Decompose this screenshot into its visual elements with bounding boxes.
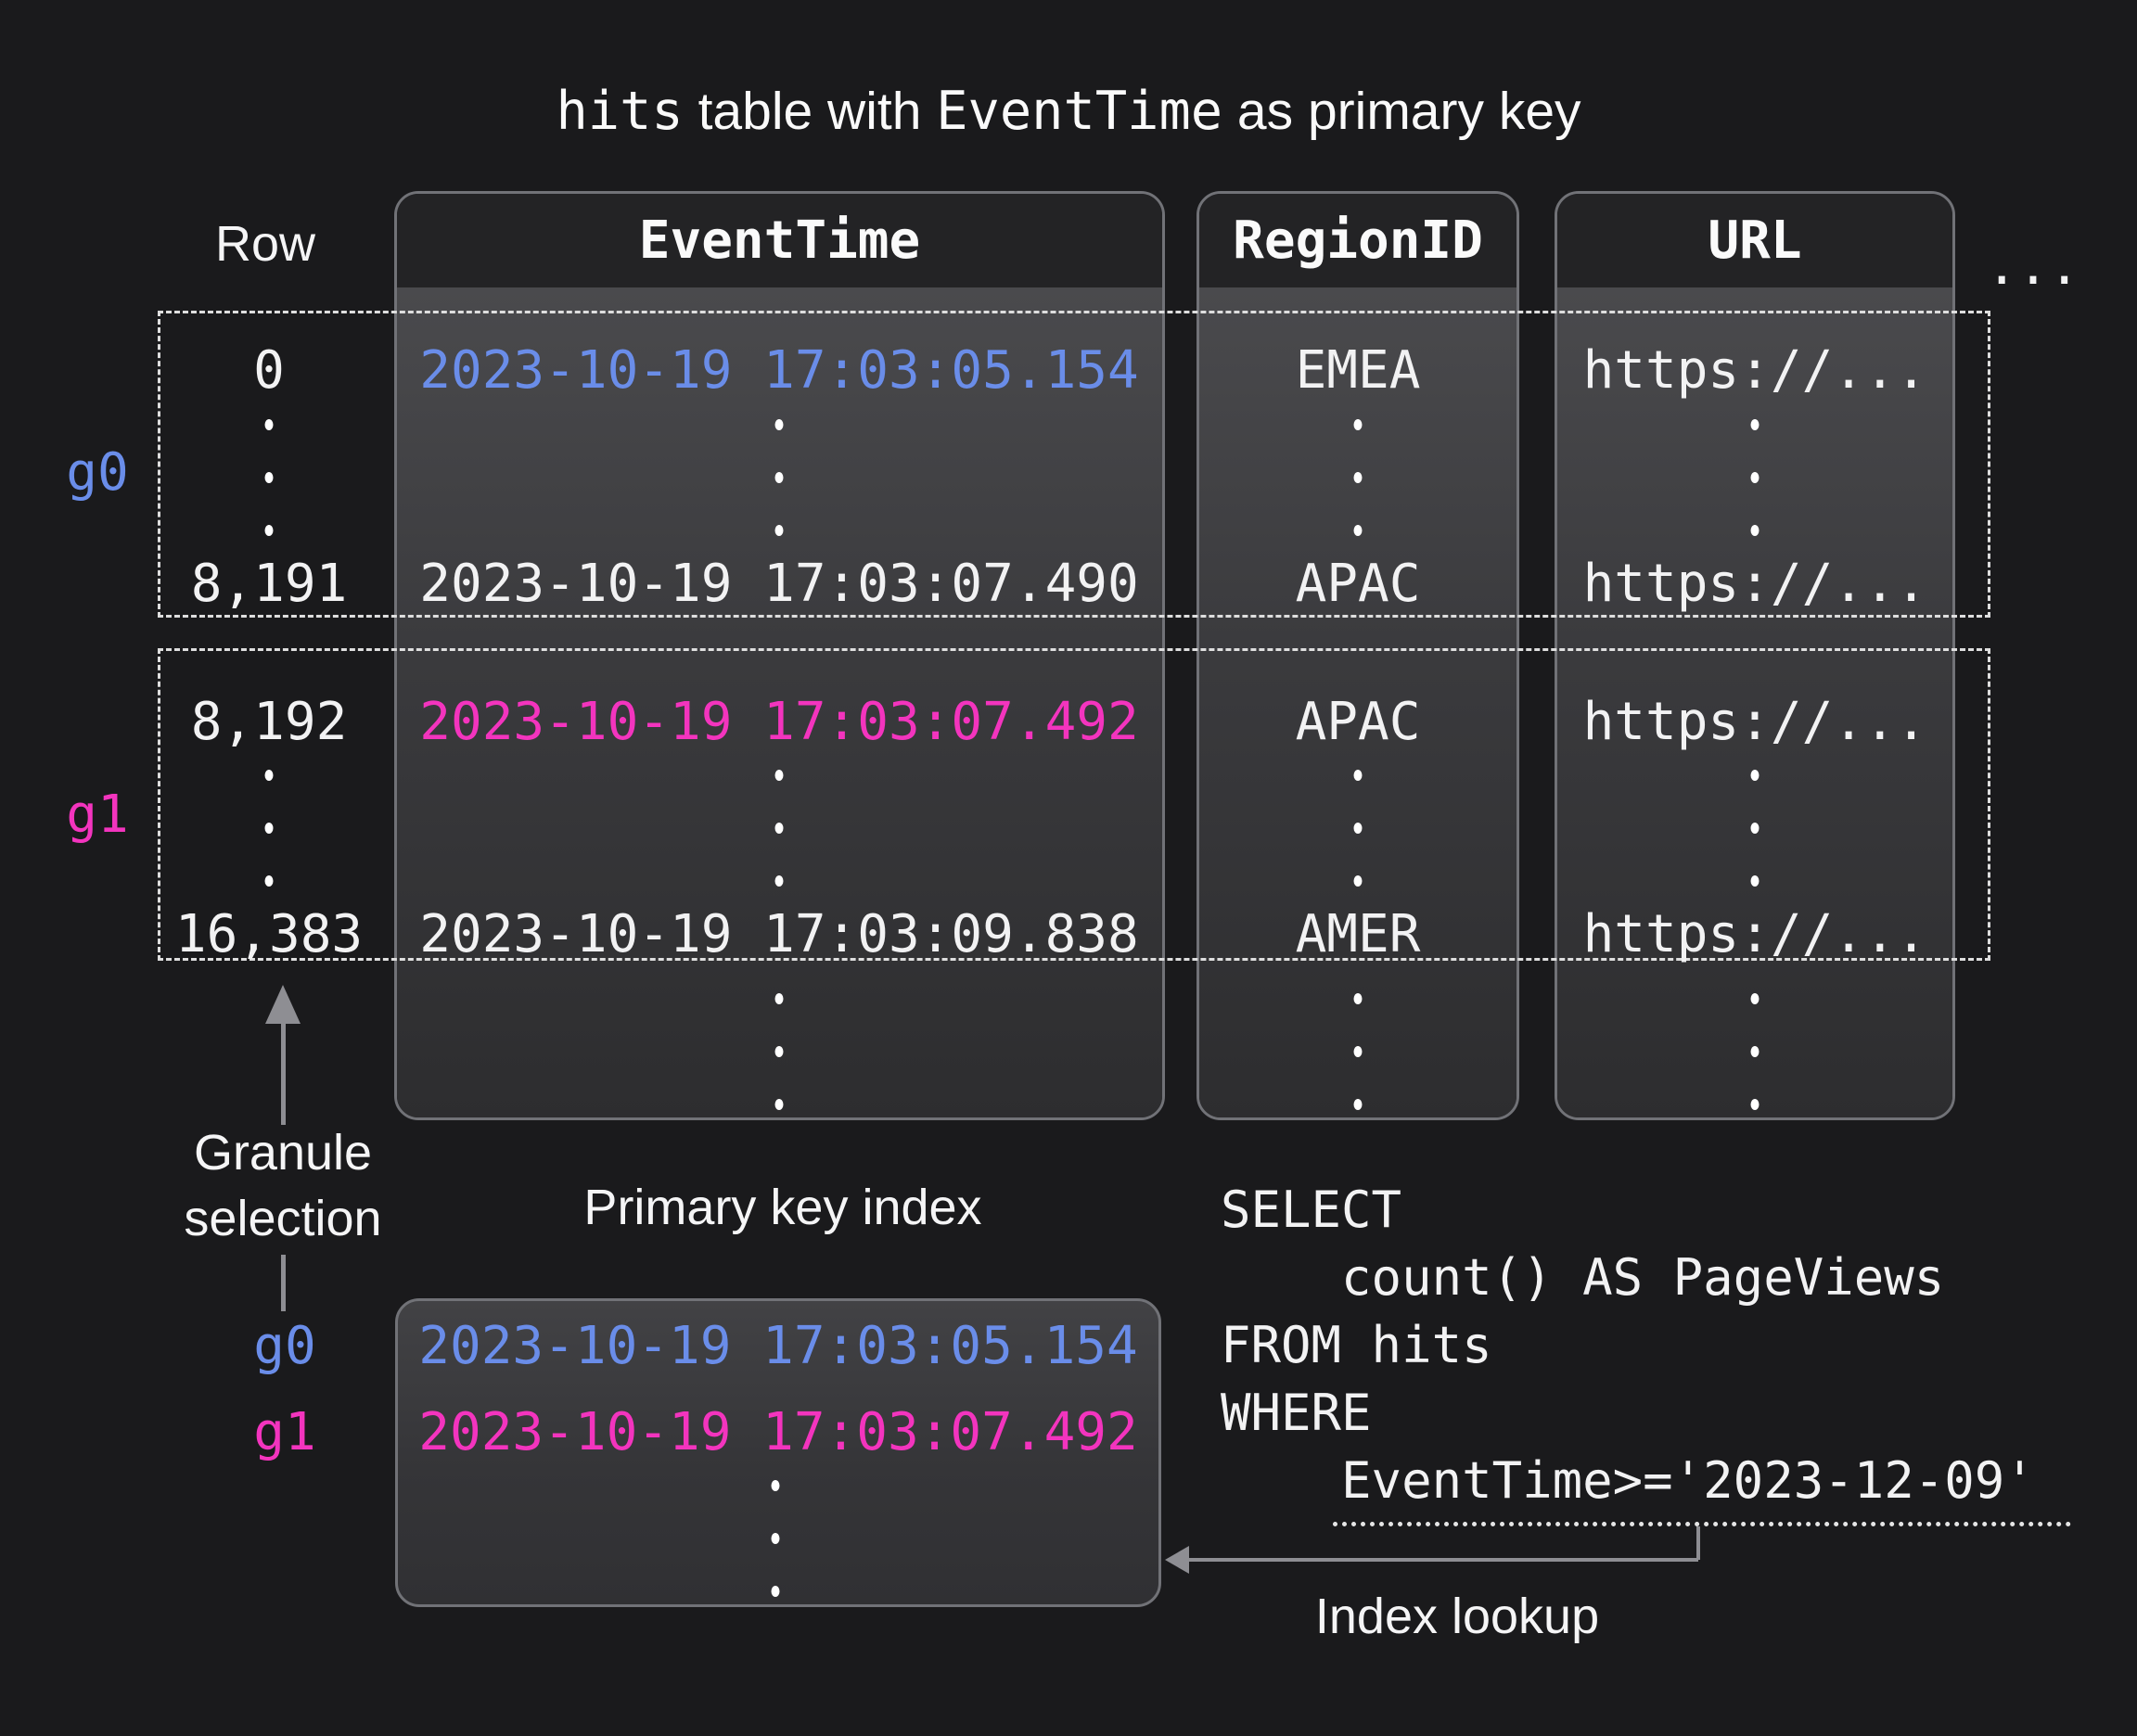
index-lookup-arrow-line (1187, 1558, 1698, 1562)
ellipsis-dots (775, 770, 784, 887)
cell-url: https://... (1583, 909, 1927, 961)
granule-selection-arrow-line (281, 1020, 286, 1125)
more-columns-ellipsis: ... (1986, 241, 2079, 293)
primary-key-index-title: Primary key index (583, 1182, 981, 1232)
diagram-canvas: hits table with EventTime as primary key… (0, 0, 2137, 1736)
granule-selection-arrow-tail (281, 1255, 286, 1311)
cell-url: https://... (1583, 345, 1927, 397)
granule-selection-label-line1: Granule (194, 1128, 372, 1178)
ellipsis-dots (1354, 770, 1363, 887)
where-clause-underline (1333, 1522, 2071, 1526)
title-hits: hits (556, 81, 683, 142)
ellipsis-dots (265, 419, 274, 536)
ellipsis-dots (1751, 770, 1760, 887)
ellipsis-dots (1751, 993, 1760, 1110)
granule-label-g0: g0 (66, 447, 128, 499)
title-eventtime: EventTime (936, 81, 1222, 142)
cell-row-number: 8,191 (191, 558, 348, 610)
ellipsis-dots (1354, 993, 1363, 1110)
column-header-url: URL (1557, 194, 1952, 287)
column-header-regionid: RegionID (1199, 194, 1516, 287)
ellipsis-dots (772, 1480, 780, 1597)
cell-region: EMEA (1296, 345, 1421, 397)
cell-event-time: 2023-10-19 17:03:07.492 (419, 696, 1138, 748)
ellipsis-dots (1354, 419, 1363, 536)
cell-row-number: 8,192 (191, 696, 348, 748)
ellipsis-dots (265, 770, 274, 887)
index-lookup-label: Index lookup (1315, 1591, 1599, 1641)
row-column-header: Row (215, 219, 315, 269)
cell-event-time: 2023-10-19 17:03:09.838 (419, 909, 1138, 961)
index-lookup-connector (1696, 1526, 1700, 1560)
pk-entry-value-g0: 2023-10-19 17:03:05.154 (418, 1321, 1137, 1372)
cell-row-number: 16,383 (175, 909, 363, 961)
index-lookup-arrowhead (1165, 1546, 1189, 1574)
sql-query: SELECT count() AS PageViews FROM hits WH… (1221, 1176, 2035, 1514)
pk-entry-value-g1: 2023-10-19 17:03:07.492 (418, 1407, 1137, 1459)
ellipsis-dots (775, 993, 784, 1110)
page-title: hits table with EventTime as primary key (0, 81, 2137, 142)
cell-region: APAC (1296, 696, 1421, 748)
title-suffix: as primary key (1222, 82, 1580, 141)
cell-region: AMER (1296, 909, 1421, 961)
cell-url: https://... (1583, 558, 1927, 610)
granule-label-g1: g1 (66, 789, 128, 841)
ellipsis-dots (1751, 419, 1760, 536)
cell-row-number: 0 (253, 345, 285, 397)
pk-entry-label-g1: g1 (253, 1407, 315, 1459)
pk-entry-label-g0: g0 (253, 1321, 315, 1372)
ellipsis-dots (775, 419, 784, 536)
column-header-eventtime: EventTime (397, 194, 1162, 287)
cell-region: APAC (1296, 558, 1421, 610)
cell-event-time: 2023-10-19 17:03:07.490 (419, 558, 1138, 610)
cell-event-time: 2023-10-19 17:03:05.154 (419, 345, 1138, 397)
cell-url: https://... (1583, 696, 1927, 748)
granule-selection-label-line2: selection (184, 1194, 381, 1244)
title-mid: table with (684, 82, 936, 141)
granule-selection-arrowhead (265, 985, 301, 1024)
